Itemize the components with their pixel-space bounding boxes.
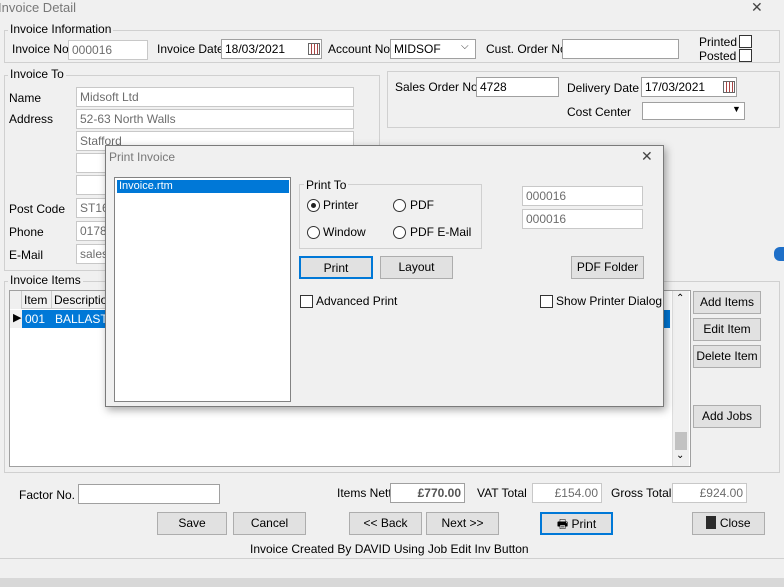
print-main-button[interactable]: 🖶 Print <box>540 512 613 535</box>
add-jobs-button[interactable]: Add Jobs <box>693 405 761 428</box>
print-to-group <box>299 184 482 249</box>
address-label: Address <box>9 112 54 126</box>
items-vertical-scrollbar[interactable]: ⌃ ⌄ <box>672 291 689 466</box>
close-label: Close <box>719 516 751 530</box>
invoice-items-title: Invoice Items <box>8 273 83 287</box>
invoice-information-title: Invoice Information <box>8 22 114 36</box>
gross-total-label: Gross Total <box>611 486 672 500</box>
posted-checkbox[interactable] <box>739 49 752 62</box>
factor-no-field[interactable] <box>78 484 220 504</box>
side-sync-icon[interactable] <box>774 247 784 261</box>
invoice-date-value: 18/03/2021 <box>225 42 286 56</box>
printer-radio-label: Printer <box>323 198 359 212</box>
pdf-radio-label: PDF <box>410 198 434 212</box>
print-dialog-close-icon[interactable]: ✕ <box>641 148 653 165</box>
scroll-up-icon[interactable]: ⌃ <box>676 293 684 304</box>
printer-radio[interactable] <box>307 199 320 212</box>
factor-no-label: Factor No. <box>19 488 76 502</box>
print-invoice-dialog: Print Invoice ✕ Invoice.rtm Print To Pri… <box>105 145 664 407</box>
cust-order-label: Cust. Order No. <box>486 42 571 56</box>
vat-total-value: £154.00 <box>532 483 602 503</box>
scroll-thumb[interactable] <box>675 432 687 450</box>
pdf-folder-button[interactable]: PDF Folder <box>571 256 644 279</box>
to-invoice-field[interactable]: 000016 <box>522 209 643 229</box>
print-main-label: Print <box>571 517 597 531</box>
delivery-date-value: 17/03/2021 <box>645 80 706 94</box>
advanced-print-label: Advanced Print <box>316 294 398 308</box>
printed-label: Printed <box>699 35 738 49</box>
back-button[interactable]: << Back <box>349 512 422 535</box>
pdf-email-radio-label: PDF E-Mail <box>410 225 472 239</box>
column-header-description[interactable]: Description <box>52 291 114 309</box>
account-no-chevron-down-icon[interactable]: ⌵ <box>461 41 469 52</box>
email-label: E-Mail <box>9 248 44 262</box>
row-description-cell: BALLAST <box>55 312 108 326</box>
window-radio-label: Window <box>323 225 366 239</box>
edit-item-button[interactable]: Edit Item <box>693 318 761 341</box>
row-pointer-icon: ▶ <box>10 310 22 328</box>
printed-checkbox[interactable] <box>739 35 752 48</box>
window-radio[interactable] <box>307 226 320 239</box>
delete-item-button[interactable]: Delete Item <box>693 345 761 368</box>
status-bar <box>0 558 784 578</box>
pdf-radio[interactable] <box>393 199 406 212</box>
advanced-print-checkbox[interactable] <box>300 295 313 308</box>
print-button[interactable]: Print <box>299 256 373 279</box>
next-button[interactable]: Next >> <box>426 512 499 535</box>
window-title-bar: Invoice Detail ✕ <box>0 0 784 18</box>
save-button[interactable]: Save <box>157 512 227 535</box>
cancel-button[interactable]: Cancel <box>233 512 306 535</box>
postcode-label: Post Code <box>9 202 66 216</box>
list-item[interactable]: Invoice.rtm <box>117 180 289 193</box>
taskbar <box>0 578 784 587</box>
layout-button[interactable]: Layout <box>380 256 453 279</box>
delivery-date-label: Delivery Date <box>567 81 640 95</box>
items-nett-label: Items Nett <box>337 486 392 500</box>
add-items-button[interactable]: Add Items <box>693 291 761 314</box>
phone-label: Phone <box>9 225 44 239</box>
name-field[interactable]: Midsoft Ltd <box>76 87 354 107</box>
vat-total-label: VAT Total <box>477 486 527 500</box>
pdf-email-radio[interactable] <box>393 226 406 239</box>
name-label: Name <box>9 91 42 105</box>
show-printer-dialog-label: Show Printer Dialog <box>556 294 663 308</box>
account-no-value: MIDSOF <box>394 42 441 56</box>
from-invoice-field[interactable]: 000016 <box>522 186 643 206</box>
invoice-no-field[interactable]: 000016 <box>68 40 148 60</box>
close-button[interactable]: Close <box>692 512 765 535</box>
cost-center-select[interactable] <box>642 102 745 120</box>
sales-order-field[interactable]: 4728 <box>476 77 559 97</box>
sales-order-label: Sales Order No. <box>395 80 482 94</box>
scroll-down-icon[interactable]: ⌄ <box>676 450 684 461</box>
window-close-icon[interactable]: ✕ <box>751 0 763 16</box>
delivery-date-calendar-icon[interactable] <box>723 81 735 93</box>
items-nett-value: £770.00 <box>390 483 465 503</box>
print-dialog-title: Print Invoice <box>109 150 176 164</box>
grid-corner <box>10 291 22 309</box>
row-item-cell: 001 <box>25 312 46 326</box>
address-line1-field[interactable]: 52-63 North Walls <box>76 109 354 129</box>
template-list[interactable]: Invoice.rtm <box>114 177 291 402</box>
window-title: Invoice Detail <box>0 0 77 15</box>
gross-total-value: £924.00 <box>672 483 747 503</box>
cust-order-field[interactable] <box>562 39 679 59</box>
invoice-to-title: Invoice To <box>8 67 66 81</box>
posted-label: Posted <box>699 49 737 63</box>
status-text: Invoice Created By DAVID Using Job Edit … <box>250 542 529 556</box>
cost-center-label: Cost Center <box>567 105 632 119</box>
invoice-date-field[interactable]: 18/03/2021 <box>221 39 322 59</box>
cost-center-chevron-down-icon[interactable]: ▼ <box>732 104 741 114</box>
invoice-no-label: Invoice No <box>12 42 69 56</box>
show-printer-dialog-checkbox[interactable] <box>540 295 553 308</box>
column-header-item[interactable]: Item <box>22 291 52 309</box>
invoice-date-label: Invoice Date <box>157 42 224 56</box>
door-exit-icon <box>706 516 717 529</box>
account-no-label: Account No. <box>328 42 394 56</box>
printer-icon: 🖶 <box>556 517 569 531</box>
invoice-date-calendar-icon[interactable] <box>308 43 320 55</box>
print-to-title: Print To <box>304 178 349 192</box>
